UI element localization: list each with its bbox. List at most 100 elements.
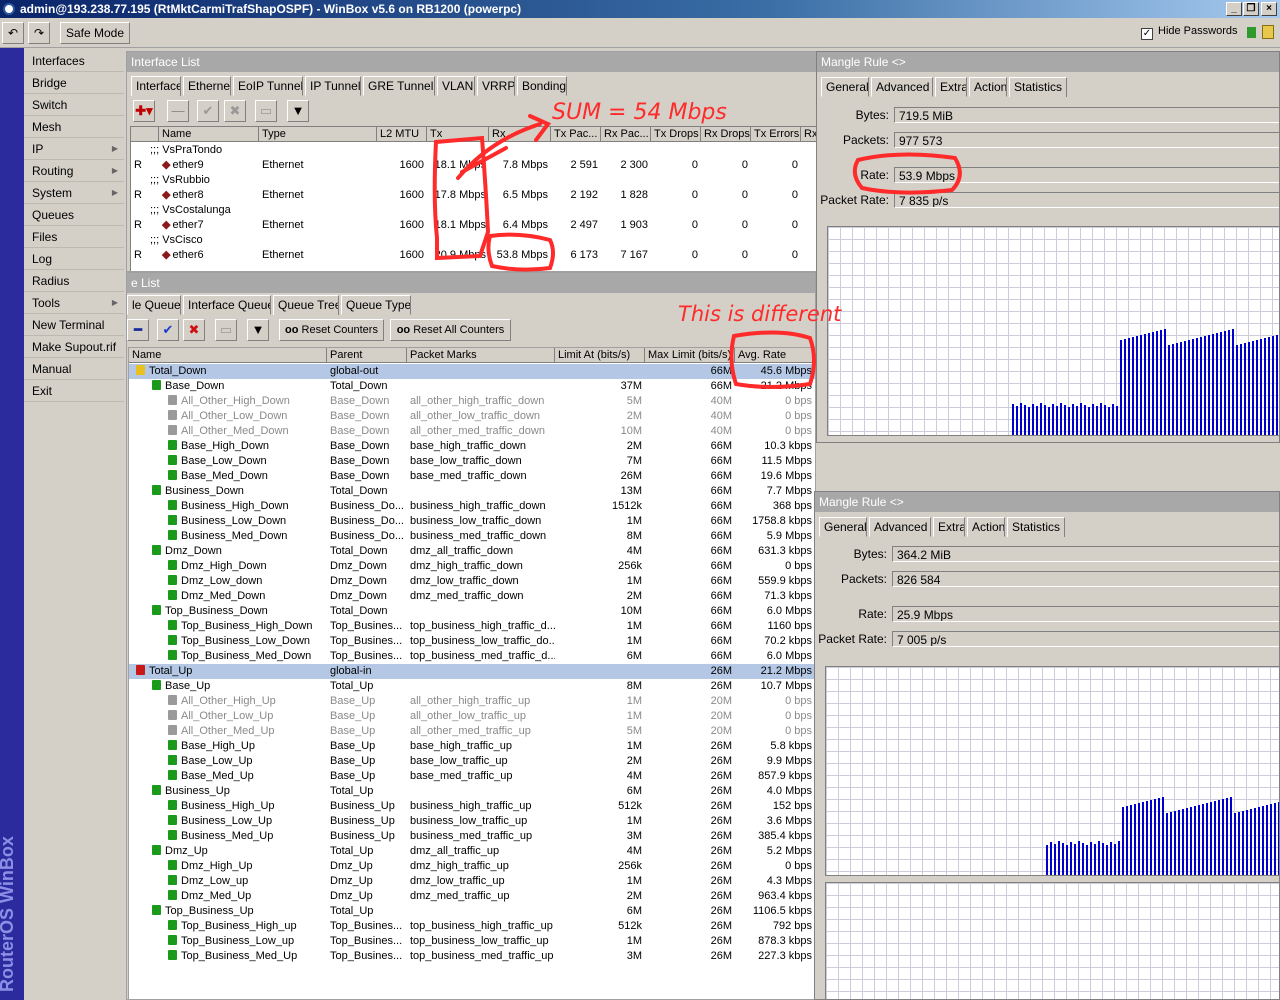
- hide-passwords-checkbox[interactable]: ✓: [1141, 28, 1153, 40]
- queue-row[interactable]: Base_Med_Up Base_Up base_med_traffic_up 4M 2…: [129, 769, 815, 784]
- queue-row[interactable]: Total_Up global-in 26M 21.2 Mbps: [129, 664, 815, 679]
- tab-statistics[interactable]: Statistics: [1007, 517, 1065, 537]
- tab-bonding[interactable]: Bonding: [517, 76, 567, 96]
- queue-row[interactable]: Base_Med_Down Base_Down base_med_traffic_d…: [129, 469, 815, 484]
- queue-row[interactable]: All_Other_Low_Down Base_Down all_other_low…: [129, 409, 815, 424]
- queue-row[interactable]: Top_Business_Low_up Top_Busines... top_bus…: [129, 934, 815, 949]
- menu-item-routing[interactable]: Routing ▶: [24, 160, 124, 182]
- column-header-name[interactable]: Name: [129, 348, 327, 363]
- tab-gre-tunnel[interactable]: GRE Tunnel: [363, 76, 435, 96]
- undo-button[interactable]: ↶: [2, 22, 24, 44]
- queue-row[interactable]: Top_Business_Up Total_Up 6M 26M 1106.5 kbps: [129, 904, 815, 919]
- reset-all-counters-button[interactable]: oo Reset All Counters: [390, 319, 511, 341]
- queue-row[interactable]: Base_Up Total_Up 8M 26M 10.7 Mbps: [129, 679, 815, 694]
- queue-row[interactable]: All_Other_Low_Up Base_Up all_other_low_tra…: [129, 709, 815, 724]
- queue-row[interactable]: Top_Business_High_Down Top_Busines... top_…: [129, 619, 815, 634]
- filter-interface-button[interactable]: ▼: [287, 100, 309, 122]
- menu-item-system[interactable]: System ▶: [24, 182, 124, 204]
- column-header-tx[interactable]: Tx: [427, 127, 489, 142]
- queue-row[interactable]: Dmz_Low_up Dmz_Up dmz_low_traffic_up 1M 26M 4…: [129, 874, 815, 889]
- safe-mode-button[interactable]: Safe Mode: [60, 22, 130, 44]
- queue-row[interactable]: Top_Business_Med_Down Top_Busines... top_b…: [129, 649, 815, 664]
- queue-row[interactable]: Dmz_Med_Down Dmz_Down dmz_med_traffic_down…: [129, 589, 815, 604]
- tab-action[interactable]: Action: [969, 77, 1007, 97]
- remove-interface-button[interactable]: —: [167, 100, 189, 122]
- tab-vlan[interactable]: VLAN: [437, 76, 475, 96]
- queue-row[interactable]: Top_Business_High_up Top_Busines... top_bu…: [129, 919, 815, 934]
- redo-button[interactable]: ↷: [28, 22, 50, 44]
- tab-interface[interactable]: Interface: [131, 76, 181, 96]
- queue-row[interactable]: Business_Down Total_Down 13M 66M 7.7 Mbps: [129, 484, 815, 499]
- column-header-l2-mtu[interactable]: L2 MTU: [377, 127, 427, 142]
- queue-row[interactable]: All_Other_High_Down Base_Down all_other_hi…: [129, 394, 815, 409]
- menu-item-make-supout-rif[interactable]: Make Supout.rif: [24, 336, 124, 358]
- queue-row[interactable]: Dmz_Down Total_Down dmz_all_traffic_down 4M…: [129, 544, 815, 559]
- comment-queue-button[interactable]: ▭: [215, 319, 237, 341]
- queue-row[interactable]: Top_Business_Down Total_Down 10M 66M 6.0 Mbp…: [129, 604, 815, 619]
- queue-row[interactable]: Business_Low_Up Business_Up business_low_t…: [129, 814, 815, 829]
- tab-interface-queues[interactable]: Interface Queues: [183, 295, 271, 315]
- column-header-type[interactable]: Type: [259, 127, 377, 142]
- disable-queue-button[interactable]: ✖: [183, 319, 205, 341]
- tab-advanced[interactable]: Advanced: [869, 517, 931, 537]
- tab-le-queues[interactable]: le Queues: [127, 295, 181, 315]
- tab-queue-types[interactable]: Queue Types: [341, 295, 411, 315]
- column-header-rx-pac-[interactable]: Rx Pac...: [601, 127, 651, 142]
- column-header-name[interactable]: Name: [159, 127, 259, 142]
- interface-row[interactable]: R ◆ ether6 Ethernet 1600 20.9 Mbps 53.8 Mbps 6 …: [131, 248, 817, 263]
- menu-item-mesh[interactable]: Mesh: [24, 116, 124, 138]
- menu-item-manual[interactable]: Manual: [24, 358, 124, 380]
- tab-eoip-tunnel[interactable]: EoIP Tunnel: [233, 76, 303, 96]
- disable-interface-button[interactable]: ✖: [224, 100, 246, 122]
- close-button[interactable]: ×: [1261, 2, 1277, 16]
- comment-interface-button[interactable]: ▭: [255, 100, 277, 122]
- enable-queue-button[interactable]: ✔: [157, 319, 179, 341]
- menu-item-bridge[interactable]: Bridge: [24, 72, 124, 94]
- queue-row[interactable]: Base_High_Down Base_Down base_high_traffic…: [129, 439, 815, 454]
- tab-statistics[interactable]: Statistics: [1009, 77, 1067, 97]
- menu-item-queues[interactable]: Queues: [24, 204, 124, 226]
- remove-queue-button[interactable]: ━: [127, 319, 149, 341]
- menu-item-files[interactable]: Files: [24, 226, 124, 248]
- interface-row[interactable]: R ◆ ether9 Ethernet 1600 18.1 Mbps 7.8 Mbps 2 5…: [131, 158, 817, 173]
- tab-vrrp[interactable]: VRRP: [477, 76, 515, 96]
- queue-row[interactable]: Base_Low_Up Base_Up base_low_traffic_up 2M 2…: [129, 754, 815, 769]
- column-header-tx-pac-[interactable]: Tx Pac...: [551, 127, 601, 142]
- tab-extra[interactable]: Extra: [935, 77, 967, 97]
- minimize-button[interactable]: _: [1226, 2, 1242, 16]
- queue-row[interactable]: Base_Low_Down Base_Down base_low_traffic_d…: [129, 454, 815, 469]
- menu-item-tools[interactable]: Tools ▶: [24, 292, 124, 314]
- menu-item-ip[interactable]: IP ▶: [24, 138, 124, 160]
- reset-counters-button[interactable]: oo Reset Counters: [279, 319, 384, 341]
- queue-row[interactable]: Dmz_High_Up Dmz_Up dmz_high_traffic_up 256k…: [129, 859, 815, 874]
- tab-ip-tunnel[interactable]: IP Tunnel: [305, 76, 361, 96]
- queue-row[interactable]: All_Other_Med_Up Base_Up all_other_med_tra…: [129, 724, 815, 739]
- menu-item-exit[interactable]: Exit: [24, 380, 124, 402]
- add-interface-button[interactable]: ✚▾: [133, 100, 155, 122]
- queue-row[interactable]: Business_Up Total_Up 6M 26M 4.0 Mbps: [129, 784, 815, 799]
- menu-item-new-terminal[interactable]: New Terminal: [24, 314, 124, 336]
- queue-row[interactable]: Business_Med_Up Business_Up business_med_t…: [129, 829, 815, 844]
- queue-row[interactable]: Business_Low_Down Business_Do... business_…: [129, 514, 815, 529]
- queue-row[interactable]: All_Other_High_Up Base_Up all_other_high_t…: [129, 694, 815, 709]
- queue-row[interactable]: Dmz_Up Total_Up dmz_all_traffic_up 4M 26M 5.2…: [129, 844, 815, 859]
- interface-row[interactable]: R ◆ ether8 Ethernet 1600 17.8 Mbps 6.5 Mbps 2 1…: [131, 188, 817, 203]
- queue-row[interactable]: Business_Med_Down Business_Do... business_…: [129, 529, 815, 544]
- queue-row[interactable]: Total_Down global-out 66M 45.6 Mbps: [129, 364, 815, 379]
- queue-row[interactable]: Top_Business_Low_Down Top_Busines... top_b…: [129, 634, 815, 649]
- queue-row[interactable]: Business_High_Up Business_Up business_high…: [129, 799, 815, 814]
- queue-row[interactable]: Base_Down Total_Down 37M 66M 21.2 Mbps: [129, 379, 815, 394]
- queue-row[interactable]: Dmz_Med_Up Dmz_Up dmz_med_traffic_up 2M 26M 9…: [129, 889, 815, 904]
- tab-advanced[interactable]: Advanced: [871, 77, 933, 97]
- tab-queue-tree[interactable]: Queue Tree: [273, 295, 339, 315]
- column-header-rx[interactable]: Rx: [489, 127, 551, 142]
- filter-queue-button[interactable]: ▼: [247, 319, 269, 341]
- column-header-limit-at-bits-s-[interactable]: Limit At (bits/s): [555, 348, 645, 363]
- column-header-tx-drops[interactable]: Tx Drops: [651, 127, 701, 142]
- queue-row[interactable]: Top_Business_Med_Up Top_Busines... top_bus…: [129, 949, 815, 964]
- column-header-flag[interactable]: [131, 127, 159, 142]
- tab-ethernet[interactable]: Ethernet: [183, 76, 231, 96]
- column-header-avg-rate[interactable]: Avg. Rate: [735, 348, 815, 363]
- menu-item-radius[interactable]: Radius: [24, 270, 124, 292]
- tab-general[interactable]: General: [821, 77, 869, 97]
